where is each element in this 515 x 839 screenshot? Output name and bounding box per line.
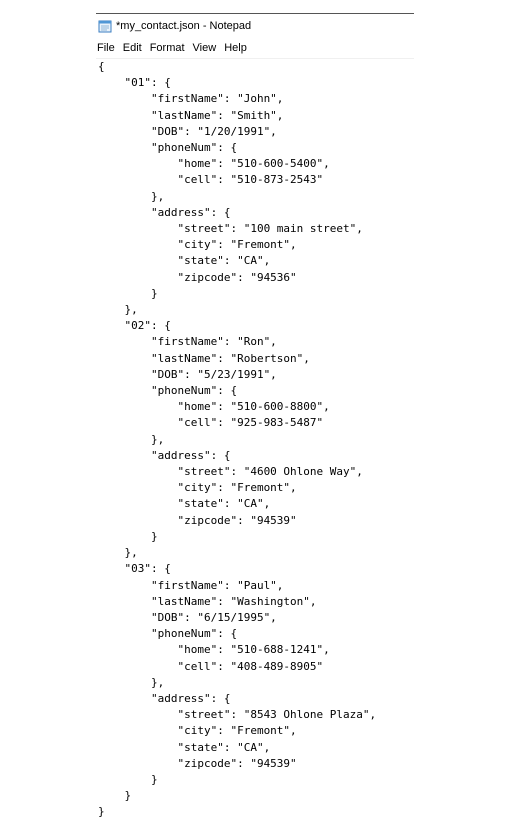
menu-view[interactable]: View [189,42,221,54]
title-bar[interactable]: *my_contact.json - Notepad [96,13,414,38]
menu-edit[interactable]: Edit [119,42,146,54]
menu-file[interactable]: File [96,42,119,54]
menu-format[interactable]: Format [146,42,189,54]
notepad-icon [98,20,112,33]
text-editor[interactable]: { "01": { "firstName": "John", "lastName… [96,59,414,825]
editor-content[interactable]: { "01": { "firstName": "John", "lastName… [98,59,414,821]
window-title: *my_contact.json - Notepad [116,20,252,32]
menu-bar: File Edit Format View Help [96,38,414,59]
notepad-window: *my_contact.json - Notepad File Edit For… [96,13,414,825]
menu-help[interactable]: Help [220,42,251,54]
